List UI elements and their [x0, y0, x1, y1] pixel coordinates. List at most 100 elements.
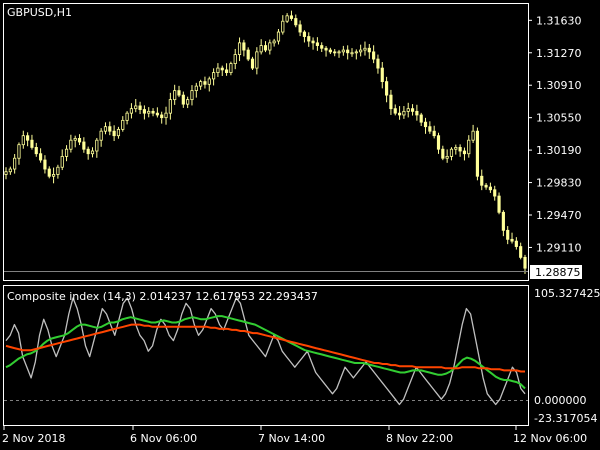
price-tick-label: 1.30550 [536, 112, 582, 125]
candle-body [484, 184, 488, 188]
candle-body [125, 112, 129, 121]
price-tick-label: 1.31270 [536, 47, 582, 60]
time-label-3: 8 Nov 22:00 [386, 432, 453, 445]
candle-body [324, 47, 328, 51]
candle-body [224, 69, 229, 73]
candle-body [237, 42, 242, 55]
candle-body [212, 72, 216, 80]
candle-body [497, 195, 501, 213]
candle-body [263, 45, 268, 51]
candle-body [39, 153, 43, 161]
candle-body [108, 126, 112, 132]
candle-body [436, 135, 441, 150]
candle-body [112, 130, 116, 137]
candle-body [86, 148, 90, 155]
candle-body [276, 31, 281, 42]
candle-body [272, 40, 276, 44]
candle-body [328, 49, 332, 53]
candle-body [151, 110, 155, 114]
candle-body [121, 119, 125, 130]
indicator-tick-max: 105.327425 [534, 287, 600, 300]
candle-body [64, 148, 69, 157]
candle-body [419, 114, 423, 123]
candle-body [30, 139, 34, 148]
candle-body [186, 99, 190, 105]
candle-body [402, 110, 406, 116]
candle-body [471, 130, 475, 141]
candle-body [359, 49, 363, 53]
candle-body [410, 108, 415, 112]
candle-body [268, 42, 272, 51]
candle-body [428, 126, 432, 132]
candle-body [116, 128, 121, 137]
candle-body [467, 139, 471, 155]
candle-body [164, 112, 168, 119]
indicator-tick-zero: 0.000000 [534, 394, 587, 407]
price-tick-label: 1.31630 [536, 14, 582, 27]
candle-body [21, 135, 25, 146]
candle-body [13, 157, 17, 170]
candle-body [519, 246, 523, 258]
candle-body [8, 168, 12, 173]
candle-body [458, 147, 462, 152]
candle-body [445, 156, 449, 159]
time-label-4: 12 Nov 06:00 [513, 432, 587, 445]
candle-body [376, 58, 380, 69]
price-tick-label: 1.29110 [536, 241, 582, 254]
candle-body [73, 137, 77, 141]
candle-body [181, 94, 185, 105]
candle-body [255, 51, 259, 69]
candle-body [177, 90, 181, 96]
candle-body [129, 108, 134, 114]
candle-body [47, 168, 51, 177]
candle-body [363, 47, 367, 51]
candle-body [480, 175, 484, 186]
candle-body [501, 211, 505, 231]
candle-body [194, 85, 198, 92]
candle-body [56, 166, 60, 175]
candle-body [320, 45, 324, 49]
candle-body [60, 156, 64, 168]
candle-body [250, 58, 255, 69]
candle-body [406, 108, 410, 112]
candle-body [242, 42, 246, 51]
candle-body [147, 110, 151, 114]
candle-body [34, 147, 38, 155]
candle-body [493, 189, 497, 197]
candle-body [259, 45, 263, 53]
candle-body [142, 109, 146, 114]
candle-body [298, 24, 302, 33]
candle-body [449, 148, 454, 157]
candle-body [95, 139, 99, 152]
candle-body [17, 144, 21, 159]
candle-body [281, 20, 285, 33]
candle-body [289, 15, 294, 19]
candle-body [372, 51, 376, 60]
candle-body [475, 130, 480, 177]
indicator-tick-min: -23.317054 [534, 412, 597, 425]
candle-body [134, 105, 138, 110]
candle-body [294, 18, 298, 26]
price-tick-label: 1.30910 [536, 79, 582, 92]
candle-body [385, 81, 389, 96]
candle-body [346, 49, 350, 54]
candle-body [506, 229, 510, 240]
candle-body [173, 90, 177, 101]
candle-body [510, 238, 514, 242]
candle-body [423, 121, 428, 128]
candle-body [77, 137, 82, 143]
price-tick-label: 1.30190 [536, 144, 582, 157]
candle-body [90, 150, 95, 155]
symbol-label: GBPUSD,H1 [7, 6, 72, 19]
candle-body [285, 15, 289, 22]
candle-body [333, 51, 337, 54]
candle-body [315, 42, 319, 46]
indicator-label: Composite index (14,3) 2.014237 12.61795… [7, 290, 318, 303]
candle-body [155, 112, 159, 116]
candle-body [160, 114, 164, 119]
candle-body [341, 49, 345, 53]
candle-body [4, 171, 8, 175]
candle-body [233, 54, 237, 64]
candle-body [415, 110, 419, 116]
candle-body [514, 240, 518, 247]
